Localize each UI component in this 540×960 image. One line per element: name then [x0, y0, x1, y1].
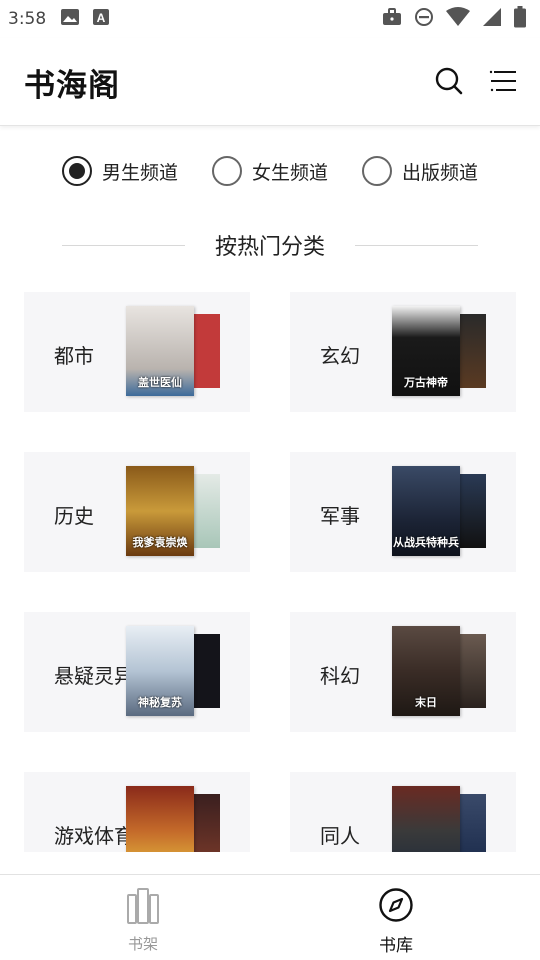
cover-title: 神秘复苏 — [138, 696, 182, 709]
battery-icon — [514, 6, 526, 32]
nav-label: 书库 — [379, 936, 413, 956]
cover-title: 万古神帝 — [404, 376, 448, 389]
category-name: 都市 — [54, 344, 94, 368]
back-cover — [460, 314, 486, 388]
category-name: 军事 — [320, 504, 360, 528]
compass-icon — [378, 887, 414, 927]
search-button[interactable] — [432, 66, 466, 100]
back-cover — [460, 474, 486, 548]
app-title: 书海阁 — [24, 68, 120, 104]
category-name: 玄幻 — [320, 344, 360, 368]
category-card-junshi[interactable]: 军事 从战兵特种兵 — [290, 452, 516, 572]
category-name: 科幻 — [320, 664, 360, 688]
cover-image: 末日 — [392, 626, 460, 716]
back-cover — [460, 794, 486, 852]
wifi-icon — [446, 7, 470, 31]
section-title: 按热门分类 — [215, 235, 326, 260]
radio-female[interactable] — [211, 156, 242, 186]
cover-title: 从战兵特种兵 — [393, 536, 459, 549]
back-cover — [194, 794, 220, 852]
category-grid: 都市 盖世医仙 玄幻 万古神帝 历史 我爹袁崇焕 军事 从战兵特种兵 悬疑灵异 … — [0, 292, 540, 852]
back-cover — [194, 314, 220, 388]
bookshelf-icon — [126, 887, 160, 929]
category-card-xuanyi[interactable]: 悬疑灵异 神秘复苏 — [24, 612, 250, 732]
status-time: 3:58 — [8, 9, 47, 29]
text-a-icon: A — [92, 8, 110, 30]
cover-image: 从战兵特种兵 — [392, 466, 460, 556]
status-bar: 3:58 A — [0, 0, 540, 38]
cover-image: 我爹袁崇焕 — [126, 466, 194, 556]
image-icon — [60, 8, 80, 30]
divider-left — [62, 244, 185, 246]
briefcase-icon — [382, 8, 402, 30]
cover-image: 神秘复苏 — [126, 626, 194, 716]
channel-female[interactable]: 女生频道 — [211, 156, 328, 186]
nav-bookshelf[interactable]: 书架 — [83, 875, 203, 960]
cover-image: 诛仙 — [392, 786, 460, 852]
svg-text:A: A — [97, 11, 106, 25]
category-card-lishi[interactable]: 历史 我爹袁崇焕 — [24, 452, 250, 572]
back-cover — [194, 474, 220, 548]
divider-right — [355, 244, 479, 246]
menu-icon — [488, 66, 518, 100]
category-card-kehuan[interactable]: 科幻 末日 — [290, 612, 516, 732]
channel-male[interactable]: 男生频道 — [61, 156, 178, 186]
back-cover — [460, 634, 486, 708]
category-card-dushi[interactable]: 都市 盖世医仙 — [24, 292, 250, 412]
category-name: 同人 — [320, 824, 360, 848]
cover-image: 盖世医仙 — [126, 306, 194, 396]
cover-title: 我爹袁崇焕 — [132, 536, 188, 549]
channel-label: 出版频道 — [402, 161, 479, 184]
category-name: 游戏体育 — [54, 824, 134, 848]
channel-label: 女生频道 — [251, 161, 328, 184]
category-card-tongren[interactable]: 同人 诛仙 — [290, 772, 516, 852]
channel-label: 男生频道 — [101, 161, 178, 184]
category-name: 历史 — [54, 504, 94, 528]
cover-image: 万古神帝 — [392, 306, 460, 396]
radio-publish[interactable] — [362, 156, 392, 186]
category-card-xuanhuan[interactable]: 玄幻 万古神帝 — [290, 292, 516, 412]
back-cover — [194, 634, 220, 708]
channel-publish[interactable]: 出版频道 — [362, 156, 478, 186]
signal-icon — [482, 7, 502, 31]
section-header: 按热门分类 — [62, 228, 479, 262]
do-not-disturb-icon — [414, 7, 434, 31]
nav-library[interactable]: 书库 — [336, 875, 456, 960]
cover-image: 幻界 — [126, 786, 194, 852]
nav-label: 书架 — [127, 935, 158, 953]
channel-selector: 男生频道 女生频道 出版频道 — [0, 156, 540, 186]
menu-button[interactable] — [486, 66, 520, 100]
category-name: 悬疑灵异 — [54, 664, 134, 688]
bottom-nav: 书架 书库 — [0, 874, 540, 960]
app-header: 书海阁 — [0, 38, 540, 126]
category-card-youxi[interactable]: 游戏体育 幻界 — [24, 772, 250, 852]
cover-title: 末日 — [415, 696, 437, 709]
status-right-icons — [382, 6, 526, 32]
search-icon — [434, 66, 464, 100]
cover-title: 盖世医仙 — [138, 376, 182, 389]
radio-male[interactable] — [61, 156, 92, 186]
